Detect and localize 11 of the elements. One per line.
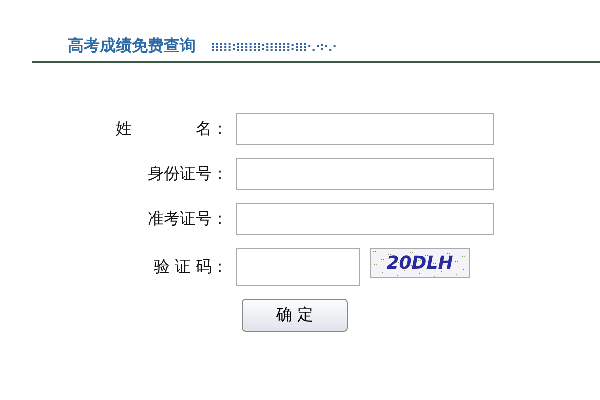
field-label: 姓 名： <box>115 118 228 140</box>
captcha-input-field[interactable] <box>236 248 360 286</box>
field-label: 验 证 码： <box>152 256 228 278</box>
field-label: 身份证号： <box>147 164 228 184</box>
input-field[interactable] <box>236 158 494 190</box>
captcha-image[interactable]: 20DLH <box>370 248 470 278</box>
input-field[interactable] <box>236 203 494 235</box>
page-title: 高考成绩免费查询 <box>68 36 196 57</box>
input-field[interactable] <box>236 113 494 145</box>
submit-button[interactable]: 确 定 <box>242 299 348 332</box>
field-label: 准考证号： <box>147 208 228 230</box>
